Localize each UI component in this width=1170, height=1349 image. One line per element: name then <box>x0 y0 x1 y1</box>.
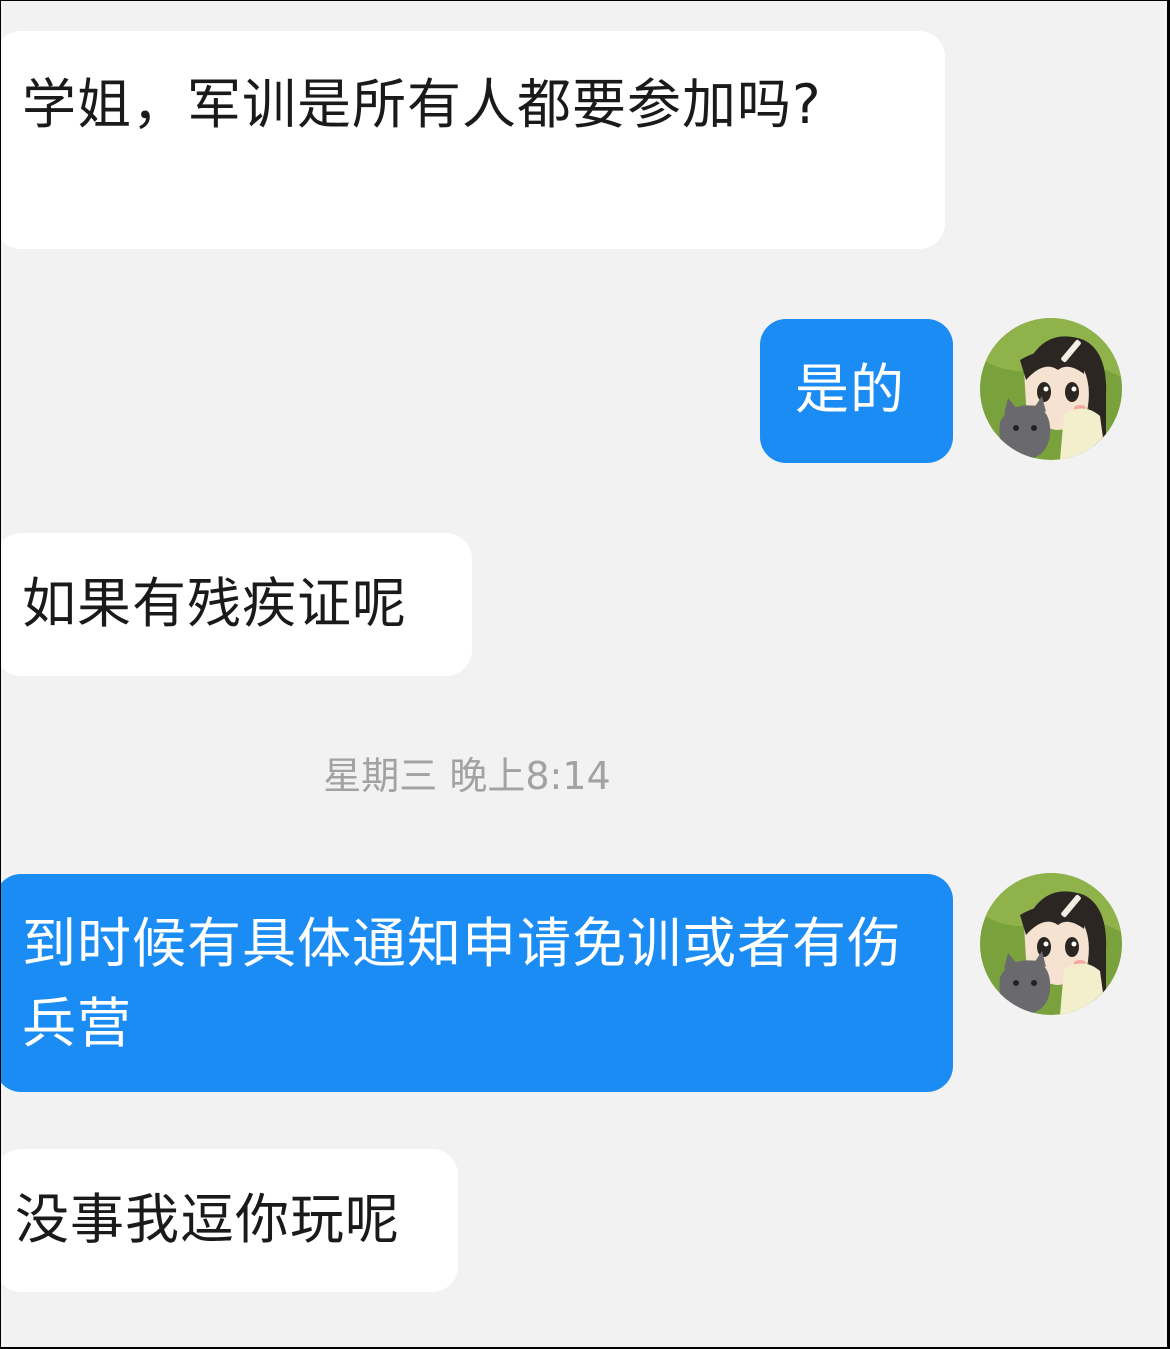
avatar[interactable] <box>980 873 1122 1015</box>
outgoing-message-bubble[interactable]: 到时候有具体通知申请免训或者有伤兵营 <box>1 874 953 1092</box>
message-text: 如果有残疾证呢 <box>22 572 407 635</box>
incoming-message-bubble[interactable]: 学姐，军训是所有人都要参加吗? <box>1 31 945 249</box>
message-timestamp: 星期三 晚上8:14 <box>323 754 611 798</box>
incoming-message-bubble[interactable]: 如果有残疾证呢 <box>1 533 472 676</box>
anime-girl-with-cat-avatar-icon <box>980 873 1122 1015</box>
chat-screen[interactable]: 学姐，军训是所有人都要参加吗? 是的 如果有残疾证呢 星期三 晚上8:14 到时… <box>1 1 1167 1347</box>
message-text: 是的 <box>795 358 905 421</box>
outgoing-message-bubble[interactable]: 是的 <box>760 319 953 463</box>
message-text: 学姐，军训是所有人都要参加吗? <box>22 73 822 136</box>
message-text: 没事我逗你玩呢 <box>15 1188 400 1251</box>
incoming-message-bubble[interactable]: 没事我逗你玩呢 <box>1 1149 458 1292</box>
message-text: 到时候有具体通知申请免训或者有伤兵营 <box>22 912 902 1055</box>
avatar[interactable] <box>980 318 1122 460</box>
anime-girl-with-cat-avatar-icon <box>980 318 1122 460</box>
